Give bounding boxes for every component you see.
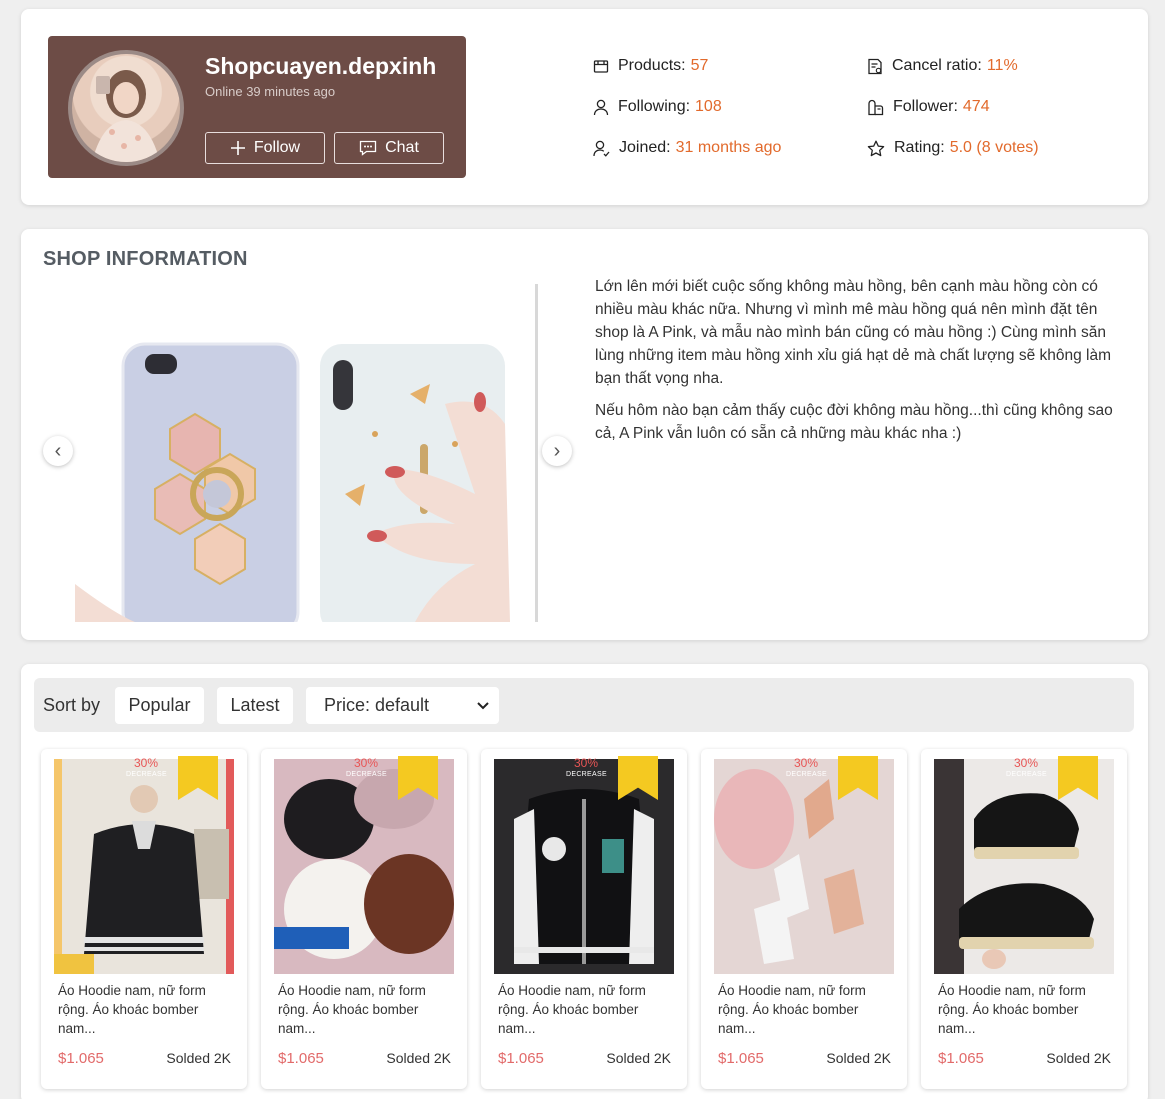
chat-label: Chat [385,139,419,156]
follower-value: 474 [962,98,990,115]
following-label: Following: [618,98,691,115]
discount-label: 30% DECREASE [346,756,387,781]
following-value: 108 [695,98,722,115]
price-sort-value: Price: default [324,695,430,715]
sort-by-label: Sort by [43,695,101,715]
discount-label: 30% DECREASE [566,756,607,781]
carousel-divider [535,284,538,622]
follower-label: Follower: [893,98,958,115]
rating-value: 5.0 (8 votes) [949,139,1039,156]
phone-case-image [75,284,538,622]
discount-sub: DECREASE [786,771,827,778]
product-price: $1.065 [938,1050,984,1067]
products-label: Products: [618,57,686,74]
discount-label: 30% DECREASE [786,756,827,781]
joined-label: Joined: [619,139,671,156]
product-sold: Solded 2K [166,1050,231,1066]
shop-name: Shopcuayen.depxinh [205,53,437,79]
product-name[interactable]: Áo Hoodie nam, nữ form rộng. Áo khoác bo… [938,981,1114,1038]
receipt-icon [868,58,882,74]
product-card[interactable]: 30% DECREASE Áo Hoodie nam, nữ form rộng… [41,749,247,1089]
shop-profile-box: Shopcuayen.depxinh Online 39 minutes ago… [48,36,466,178]
product-name[interactable]: Áo Hoodie nam, nữ form rộng. Áo khoác bo… [498,981,674,1038]
shop-header-card: Shopcuayen.depxinh Online 39 minutes ago… [21,9,1148,205]
chat-icon [359,140,377,156]
user-icon [593,99,609,115]
products-card: Sort by Popular Latest Price: default 30… [21,664,1148,1099]
discount-value: 30% [1013,756,1039,770]
product-card[interactable]: 30% DECREASE Áo Hoodie nam, nữ form rộng… [261,749,467,1089]
description-paragraph-1: Lớn lên mới biết cuộc sống không màu hồn… [595,278,1112,387]
stat-joined: Joined: 31 months ago [593,139,781,157]
carousel-next-button[interactable]: › [542,436,572,466]
product-card[interactable]: 30% DECREASE Áo Hoodie nam, nữ form rộng… [921,749,1127,1089]
product-sold: Solded 2K [386,1050,451,1066]
stat-cancel-ratio: Cancel ratio: 11% [867,57,1018,75]
sort-latest-button[interactable]: Latest [217,687,293,724]
sort-bar: Sort by Popular Latest Price: default [34,678,1134,732]
carousel-prev-button[interactable]: ‹ [43,436,73,466]
online-status: Online 39 minutes ago [205,84,336,99]
stat-rating: Rating: 5.0 (8 votes) [867,139,1039,157]
followers-icon [868,99,884,115]
product-card[interactable]: 30% DECREASE Áo Hoodie nam, nữ form rộng… [481,749,687,1089]
joined-value: 31 months ago [675,139,782,156]
discount-sub: DECREASE [126,771,167,778]
section-title: SHOP INFORMATION [43,248,248,270]
product-name[interactable]: Áo Hoodie nam, nữ form rộng. Áo khoác bo… [278,981,454,1038]
shop-description: Lớn lên mới biết cuộc sống không màu hồn… [595,275,1125,454]
sort-popular-button[interactable]: Popular [115,687,204,724]
description-paragraph-2: Nếu hôm nào bạn cảm thấy cuộc đời không … [595,402,1113,442]
discount-value: 30% [573,756,599,770]
discount-label: 30% DECREASE [1006,756,1047,781]
stat-follower: Follower: 474 [867,98,990,116]
cancel-value: 11% [986,57,1018,74]
product-price: $1.065 [718,1050,764,1067]
product-price: $1.065 [278,1050,324,1067]
stat-following: Following: 108 [593,98,722,116]
rating-label: Rating: [894,139,945,156]
product-sold: Solded 2K [1046,1050,1111,1066]
price-sort-select[interactable]: Price: default [306,687,499,724]
avatar[interactable] [68,50,184,166]
chat-button[interactable]: Chat [334,132,444,164]
follow-button[interactable]: Follow [205,132,325,164]
product-price: $1.065 [58,1050,104,1067]
discount-sub: DECREASE [566,771,607,778]
product-name[interactable]: Áo Hoodie nam, nữ form rộng. Áo khoác bo… [58,981,234,1038]
product-card[interactable]: 30% DECREASE Áo Hoodie nam, nữ form rộng… [701,749,907,1089]
product-sold: Solded 2K [606,1050,671,1066]
user-check-icon [593,140,610,157]
follow-label: Follow [253,139,301,156]
products-value: 57 [690,57,709,74]
product-name[interactable]: Áo Hoodie nam, nữ form rộng. Áo khoác bo… [718,981,894,1038]
shop-information-card: SHOP INFORMATION ‹ › Lớn lên mới biết cu… [21,229,1148,640]
chevron-down-icon [477,701,489,709]
product-sold: Solded 2K [826,1050,891,1066]
product-price: $1.065 [498,1050,544,1067]
discount-label: 30% DECREASE [126,756,167,781]
discount-sub: DECREASE [1006,771,1047,778]
carousel-slide[interactable] [75,284,538,622]
plus-icon [230,141,245,155]
discount-value: 30% [133,756,159,770]
discount-value: 30% [793,756,819,770]
discount-sub: DECREASE [346,771,387,778]
star-icon [867,140,885,156]
stat-products: Products: 57 [593,57,708,75]
discount-value: 30% [353,756,379,770]
store-icon [593,60,609,73]
cancel-label: Cancel ratio: [892,57,982,74]
